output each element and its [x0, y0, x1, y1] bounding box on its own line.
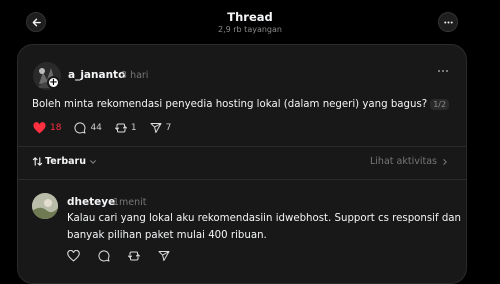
- top-bar: Thread 2,9 rb tayangan: [0, 0, 500, 44]
- view-activity-link[interactable]: Lihat aktivitas: [370, 156, 449, 167]
- more-horizontal-icon: [438, 70, 448, 72]
- comment-button[interactable]: 44: [74, 122, 102, 134]
- view-count: 2,9 rb tayangan: [218, 25, 282, 34]
- avatar[interactable]: [32, 193, 58, 219]
- repost-button[interactable]: 1: [114, 122, 137, 134]
- post-text: Boleh minta rekomendasi penyedia hosting…: [32, 96, 450, 113]
- share-button[interactable]: 7: [150, 122, 172, 134]
- sort-arrows-icon: [32, 157, 43, 166]
- like-count: 18: [50, 123, 62, 133]
- thread-menu-button[interactable]: [438, 12, 458, 32]
- reply-actions: [67, 250, 183, 262]
- page-badge: 1/2: [430, 99, 450, 110]
- post-time: 3 hari: [121, 70, 149, 81]
- send-icon: [158, 251, 170, 261]
- share-count: 7: [165, 123, 172, 133]
- post-more-button[interactable]: [437, 65, 449, 79]
- reply-share-button[interactable]: [158, 250, 170, 262]
- sort-dropdown[interactable]: Terbaru: [32, 156, 97, 167]
- heart-icon: [67, 250, 80, 262]
- sort-label: Terbaru: [45, 156, 87, 167]
- reply-line-2: banyak pilihan paket mulai 400 ribuan.: [67, 230, 267, 241]
- repost-icon: [114, 123, 127, 133]
- reply-username[interactable]: dheteye: [67, 196, 115, 208]
- page-title: Thread: [227, 10, 273, 24]
- comment-count: 44: [90, 123, 102, 133]
- activity-label: Lihat aktivitas: [370, 156, 437, 167]
- repost-count: 1: [130, 123, 137, 133]
- comment-bubble-icon: [74, 122, 86, 134]
- like-button[interactable]: 18: [33, 122, 61, 134]
- reply-comment-button[interactable]: [98, 250, 110, 262]
- reply-line-1: Kalau cari yang lokal aku rekomendasiin …: [67, 213, 462, 224]
- comment-bubble-icon: [98, 250, 110, 262]
- reply-time: 1menit: [113, 197, 147, 208]
- divider: [18, 146, 466, 147]
- more-horizontal-icon: [443, 20, 453, 24]
- heart-icon: [33, 122, 46, 134]
- send-icon: [150, 123, 162, 133]
- post-username[interactable]: a_jananto: [68, 69, 125, 81]
- reply-repost-button[interactable]: [128, 250, 140, 262]
- post-actions: 18 44 1 7: [33, 122, 184, 134]
- chevron-down-icon: [90, 159, 96, 164]
- thread-panel: + a_jananto 3 hari Boleh minta rekomenda…: [17, 44, 467, 284]
- avatar-image: [32, 193, 58, 219]
- repost-icon: [128, 251, 140, 261]
- chevron-right-icon: [443, 158, 447, 165]
- follow-plus-button[interactable]: +: [47, 76, 60, 89]
- post-body: Boleh minta rekomendasi penyedia hosting…: [32, 99, 428, 110]
- divider: [18, 179, 466, 180]
- reply-like-button[interactable]: [67, 250, 80, 262]
- reply-text: Kalau cari yang lokal aku rekomendasiin …: [67, 210, 461, 244]
